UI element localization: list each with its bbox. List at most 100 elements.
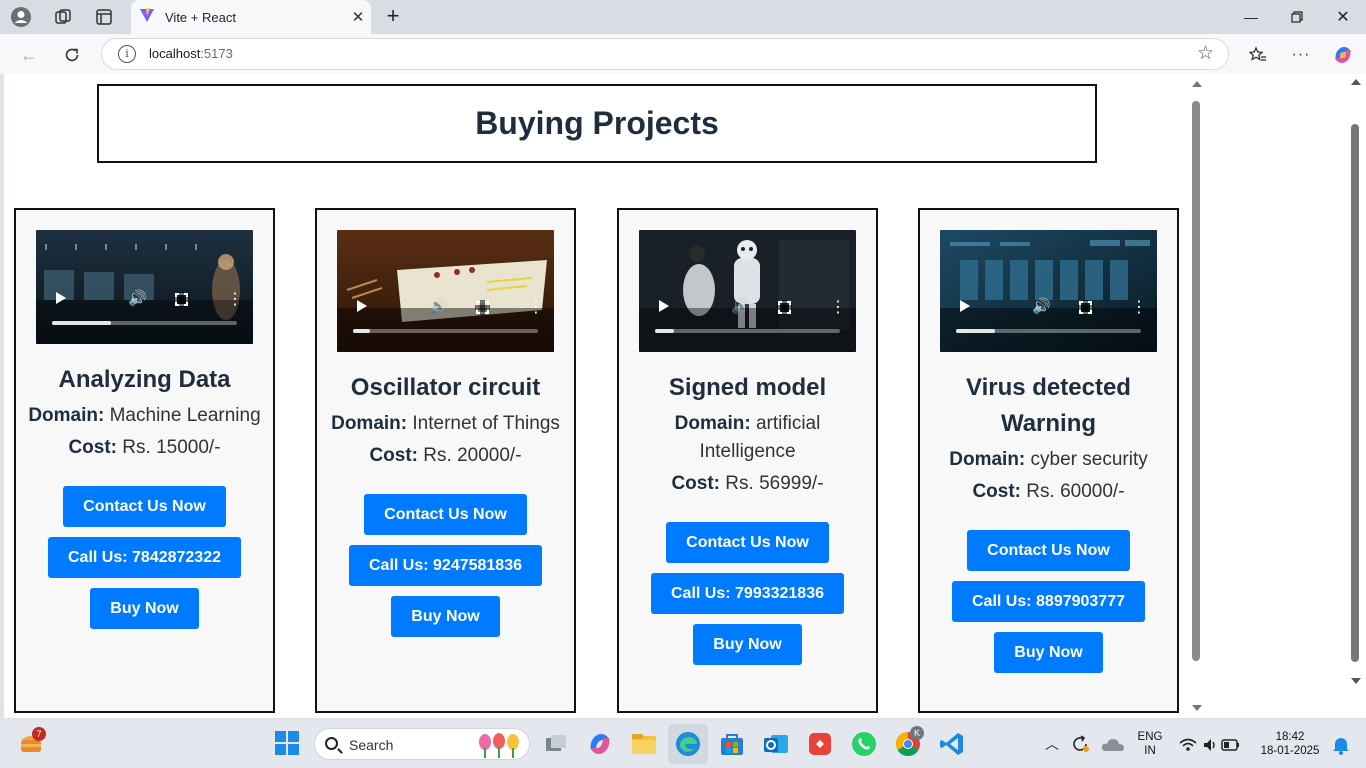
microsoft-store-icon[interactable] — [718, 730, 746, 758]
onedrive-icon[interactable] — [1100, 730, 1128, 758]
wifi-icon — [1179, 738, 1197, 751]
vertical-tabs-icon[interactable] — [93, 6, 115, 28]
show-hidden-icons[interactable]: ︿ — [1038, 730, 1066, 758]
video-progress-bar[interactable] — [655, 329, 840, 333]
card-body: Oscillator circuit Domain: Internet of T… — [327, 370, 564, 637]
edge-icon[interactable] — [668, 724, 708, 764]
play-icon[interactable] — [960, 300, 970, 312]
scroll-down-arrow-icon[interactable] — [1192, 705, 1202, 711]
scroll-up-arrow-icon[interactable] — [1192, 81, 1202, 87]
windows-taskbar: 7 Search K ︿ ENG IN 18:42 18-01-2025 — [0, 720, 1366, 768]
video-progress-bar[interactable] — [52, 321, 237, 325]
search-placeholder: Search — [349, 737, 394, 753]
favorites-icon[interactable] — [1243, 40, 1273, 70]
buy-now-button[interactable]: Buy Now — [90, 588, 199, 629]
scroll-down-arrow-icon[interactable] — [1351, 678, 1361, 684]
scrollbar-thumb[interactable] — [1192, 101, 1200, 661]
scroll-up-arrow-icon[interactable] — [1351, 79, 1361, 85]
taskbar-search[interactable]: Search — [314, 728, 530, 760]
volume-tray-icon — [1204, 739, 1215, 751]
outlook-icon[interactable] — [762, 730, 790, 758]
notification-bell-icon[interactable] — [1330, 730, 1358, 758]
call-us-button[interactable]: Call Us: 7842872322 — [48, 537, 241, 578]
windows-start-icon[interactable] — [274, 730, 302, 758]
fullscreen-icon[interactable] — [475, 300, 490, 315]
new-tab-button[interactable]: + — [382, 5, 404, 27]
video-progress-bar[interactable] — [353, 329, 538, 333]
video-player[interactable]: 🔊 ⋮ — [639, 230, 856, 352]
contact-us-button[interactable]: Contact Us Now — [364, 494, 527, 535]
call-us-button[interactable]: Call Us: 8897903777 — [952, 581, 1145, 622]
tab-vite-react[interactable]: Vite + React ✕ — [131, 0, 371, 34]
search-icon — [325, 737, 338, 750]
more-menu-icon[interactable]: ··· — [1286, 40, 1316, 70]
video-more-icon[interactable]: ⋮ — [227, 292, 243, 308]
refresh-icon[interactable] — [57, 40, 87, 70]
video-progress-bar[interactable] — [956, 329, 1141, 333]
copilot-icon[interactable] — [1328, 40, 1358, 70]
play-icon[interactable] — [357, 300, 367, 312]
battery-icon — [1221, 739, 1239, 751]
buy-now-button[interactable]: Buy Now — [994, 632, 1103, 673]
buy-now-button[interactable]: Buy Now — [391, 596, 500, 637]
call-us-button[interactable]: Call Us: 9247581836 — [349, 545, 542, 586]
fullscreen-icon[interactable] — [777, 300, 792, 315]
workspaces-icon[interactable] — [52, 6, 74, 28]
volume-icon[interactable]: 🔊 — [429, 298, 448, 316]
contact-us-button[interactable]: Contact Us Now — [967, 530, 1130, 571]
page-content: Buying Projects 🔊 ⋮ — [4, 74, 1186, 718]
video-more-icon[interactable]: ⋮ — [1131, 300, 1147, 316]
volume-icon[interactable]: 🔊 — [731, 298, 750, 316]
whatsapp-icon[interactable] — [850, 730, 878, 758]
project-cost: Cost: Rs. 15000/- — [68, 437, 221, 458]
project-title: Analyzing Data — [58, 366, 231, 393]
input-language[interactable]: ENG IN — [1134, 730, 1166, 758]
contact-us-button[interactable]: Contact Us Now — [666, 522, 829, 563]
page-title: Buying Projects — [475, 105, 719, 141]
task-view-icon[interactable] — [542, 730, 570, 758]
restore-button[interactable] — [1274, 0, 1320, 34]
vscode-icon[interactable] — [938, 730, 966, 758]
video-player[interactable]: 🔊 ⋮ — [940, 230, 1157, 352]
fullscreen-icon[interactable] — [174, 292, 189, 307]
url-text: localhost:5173 — [149, 46, 233, 61]
page-scrollbar[interactable] — [1189, 74, 1203, 718]
video-player[interactable]: 🔊 ⋮ — [36, 230, 253, 344]
file-explorer-icon[interactable] — [630, 730, 658, 758]
call-us-button[interactable]: Call Us: 7993321836 — [651, 573, 844, 614]
scrollbar-thumb[interactable] — [1351, 124, 1359, 662]
buy-now-button[interactable]: Buy Now — [693, 624, 802, 665]
site-info-icon[interactable]: i — [118, 45, 136, 63]
copilot-app-icon[interactable] — [586, 730, 614, 758]
project-card: 🔊 ⋮ Signed model Domain: artificial Inte… — [617, 208, 878, 713]
project-domain: Domain: artificial Intelligence — [674, 413, 821, 462]
close-window-button[interactable]: ✕ — [1320, 0, 1366, 34]
clock-date: 18-01-2025 — [1260, 745, 1320, 757]
project-cost: Cost: Rs. 56999/- — [671, 473, 824, 494]
fullscreen-icon[interactable] — [1078, 300, 1093, 315]
system-tray-status[interactable] — [1176, 730, 1246, 758]
video-more-icon[interactable]: ⋮ — [830, 300, 846, 316]
minimize-button[interactable]: — — [1228, 0, 1274, 34]
clock-time: 18:42 — [1275, 731, 1305, 743]
widgets-icon[interactable]: 7 — [18, 727, 46, 758]
play-icon[interactable] — [659, 300, 669, 312]
address-bar[interactable]: i localhost:5173 ☆ — [101, 38, 1229, 70]
video-player[interactable]: 🔊 ⋮ — [337, 230, 554, 352]
favorite-star-icon[interactable]: ☆ — [1197, 42, 1214, 65]
volume-icon[interactable]: 🔊 — [1032, 298, 1051, 316]
volume-icon[interactable]: 🔊 — [128, 290, 147, 308]
video-more-icon[interactable]: ⋮ — [528, 300, 544, 316]
clock[interactable]: 18:42 18-01-2025 — [1252, 730, 1328, 758]
play-icon[interactable] — [56, 292, 66, 304]
tab-close-icon[interactable]: ✕ — [345, 4, 371, 30]
git-app-icon[interactable] — [806, 730, 834, 758]
project-card: 🔊 ⋮ Oscillator circuit Domain: Internet … — [315, 208, 576, 713]
browser-scrollbar[interactable] — [1348, 74, 1362, 718]
contact-us-button[interactable]: Contact Us Now — [63, 486, 226, 527]
chrome-icon[interactable]: K — [894, 726, 924, 758]
back-arrow-icon[interactable]: ← — [14, 40, 44, 70]
profile-icon[interactable] — [10, 6, 32, 28]
tab-title: Vite + React — [165, 9, 236, 25]
sync-icon[interactable] — [1068, 730, 1096, 758]
